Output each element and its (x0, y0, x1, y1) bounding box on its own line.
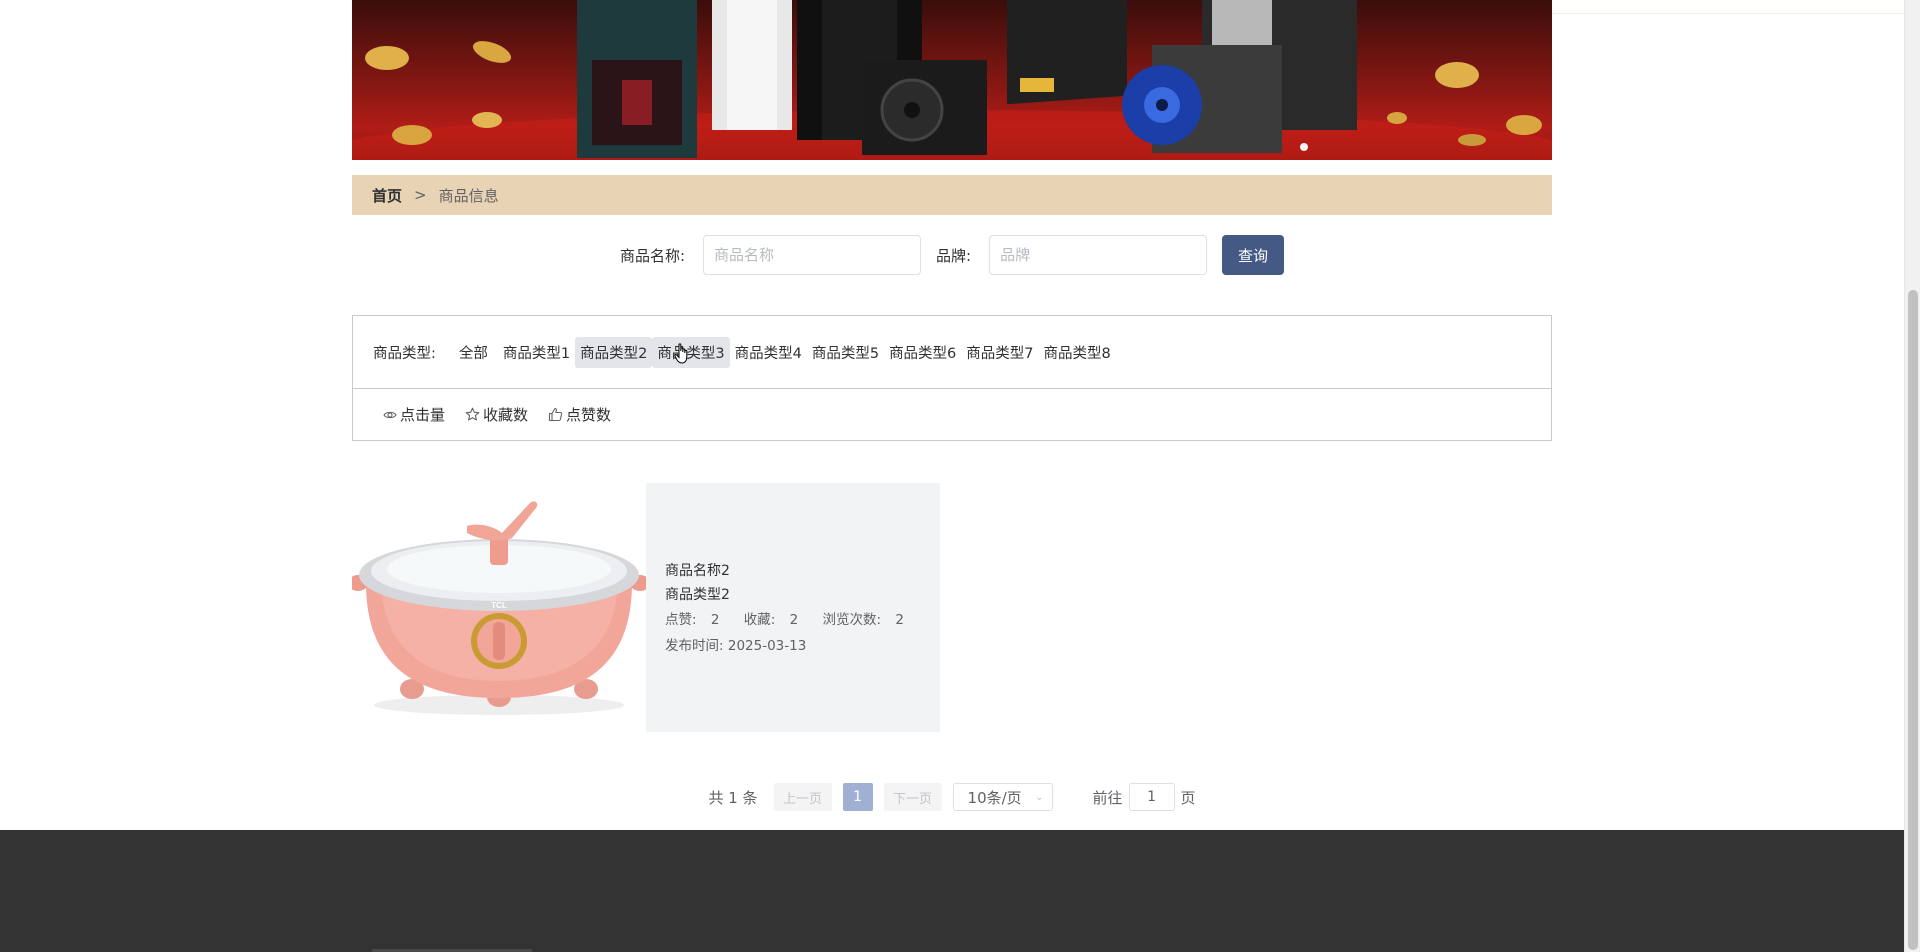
sort-clicks-label: 点击量 (400, 406, 446, 424)
publish-date: 发布时间: 2025-03-13 (665, 633, 940, 659)
banner-image (352, 0, 1552, 160)
views-value: 2 (895, 612, 904, 628)
type-option-7[interactable]: 商品类型7 (961, 337, 1038, 368)
top-edge-strip (1552, 0, 1904, 14)
product-image[interactable]: TCL (348, 483, 650, 732)
type-option-6[interactable]: 商品类型6 (884, 337, 961, 368)
breadcrumb-home[interactable]: 首页 (372, 185, 402, 206)
type-option-2[interactable]: 商品类型2 (575, 336, 653, 368)
favorites-label: 收藏: (743, 612, 776, 628)
type-option-3[interactable]: 商品类型3 (652, 336, 730, 368)
type-option-4[interactable]: 商品类型4 (730, 337, 807, 368)
electric-pot-image: TCL (348, 501, 650, 715)
type-filter-row: 商品类型: 全部 商品类型1 商品类型2 商品类型3 商品类型4 商品类型5 商… (353, 316, 1551, 389)
likes-label: 点赞: (665, 612, 697, 628)
favorites-stat: 收藏: 2 (744, 612, 808, 628)
product-name-label: 商品名称: (619, 246, 685, 265)
eye-icon (383, 411, 397, 418)
star-icon (465, 407, 480, 421)
total-count: 共 1 条 (708, 788, 758, 807)
product-name[interactable]: 商品名称2 (665, 559, 940, 583)
chevron-down-icon: ⌄ (1035, 791, 1044, 803)
type-option-8[interactable]: 商品类型8 (1039, 337, 1116, 368)
page-scrollbar[interactable] (1904, 0, 1920, 952)
product-card[interactable]: TCL 商品名称2 商品类型2 点赞: 2 收藏: 2 浏览次数: 2 发布时间… (348, 483, 940, 732)
scrollbar-thumb[interactable] (1908, 290, 1918, 950)
sort-likes-label: 点赞数 (566, 406, 612, 424)
pagination: 共 1 条 上一页 1 下一页 10条/页 ⌄ 前往 页 (352, 783, 1552, 811)
views-stat: 浏览次数: 2 (823, 612, 914, 628)
prev-page-button[interactable]: 上一页 (773, 783, 832, 811)
carousel-indicator[interactable] (1300, 143, 1308, 151)
breadcrumb-separator: > (414, 186, 427, 204)
footer (0, 830, 1904, 952)
publish-date-value: 2025-03-13 (727, 638, 807, 654)
goto-page: 前往 页 (1093, 783, 1196, 811)
views-label: 浏览次数: (822, 612, 882, 628)
brand-input[interactable] (989, 235, 1208, 275)
sort-by-clicks[interactable]: 点击量 (383, 404, 445, 425)
filter-panel: 商品类型: 全部 商品类型1 商品类型2 商品类型3 商品类型4 商品类型5 商… (352, 315, 1552, 441)
sort-favorites-label: 收藏数 (483, 406, 529, 424)
goto-page-suffix: 页 (1180, 788, 1196, 807)
product-stats: 点赞: 2 收藏: 2 浏览次数: 2 (665, 607, 940, 633)
likes-value: 2 (710, 612, 720, 628)
goto-page-input[interactable] (1128, 783, 1175, 811)
hand-cursor-icon (674, 343, 688, 364)
publish-date-label: 发布时间: (665, 638, 724, 654)
type-filter-label: 商品类型: (373, 345, 436, 362)
breadcrumb-current: 商品信息 (438, 186, 499, 205)
product-image-brand: TCL (491, 601, 507, 610)
brand-label: 品牌: (936, 246, 972, 265)
sort-by-favorites[interactable]: 收藏数 (465, 404, 528, 425)
goto-label: 前往 (1092, 788, 1123, 807)
type-option-1[interactable]: 商品类型1 (498, 337, 575, 368)
thumbs-up-icon (548, 407, 563, 422)
page-number-current[interactable]: 1 (842, 783, 873, 811)
next-page-button[interactable]: 下一页 (883, 783, 942, 811)
likes-stat: 点赞: 2 (665, 612, 729, 628)
product-info: 商品名称2 商品类型2 点赞: 2 收藏: 2 浏览次数: 2 发布时间: 20… (646, 483, 940, 732)
type-option-all[interactable]: 全部 (454, 337, 493, 368)
page-size-value: 10条/页 (967, 788, 1022, 807)
banner-carousel[interactable] (352, 0, 1552, 160)
type-option-5[interactable]: 商品类型5 (807, 337, 884, 368)
search-form: 商品名称: 品牌: 查询 (352, 234, 1552, 276)
page-size-select[interactable]: 10条/页 ⌄ (952, 783, 1053, 811)
product-name-input[interactable] (703, 235, 921, 275)
breadcrumb: 首页 > 商品信息 (352, 175, 1552, 215)
favorites-value: 2 (789, 612, 799, 628)
sort-by-likes[interactable]: 点赞数 (548, 404, 611, 425)
query-button[interactable]: 查询 (1222, 235, 1285, 275)
sort-row: 点击量 收藏数 点赞数 (353, 389, 1551, 440)
product-type: 商品类型2 (665, 587, 730, 603)
